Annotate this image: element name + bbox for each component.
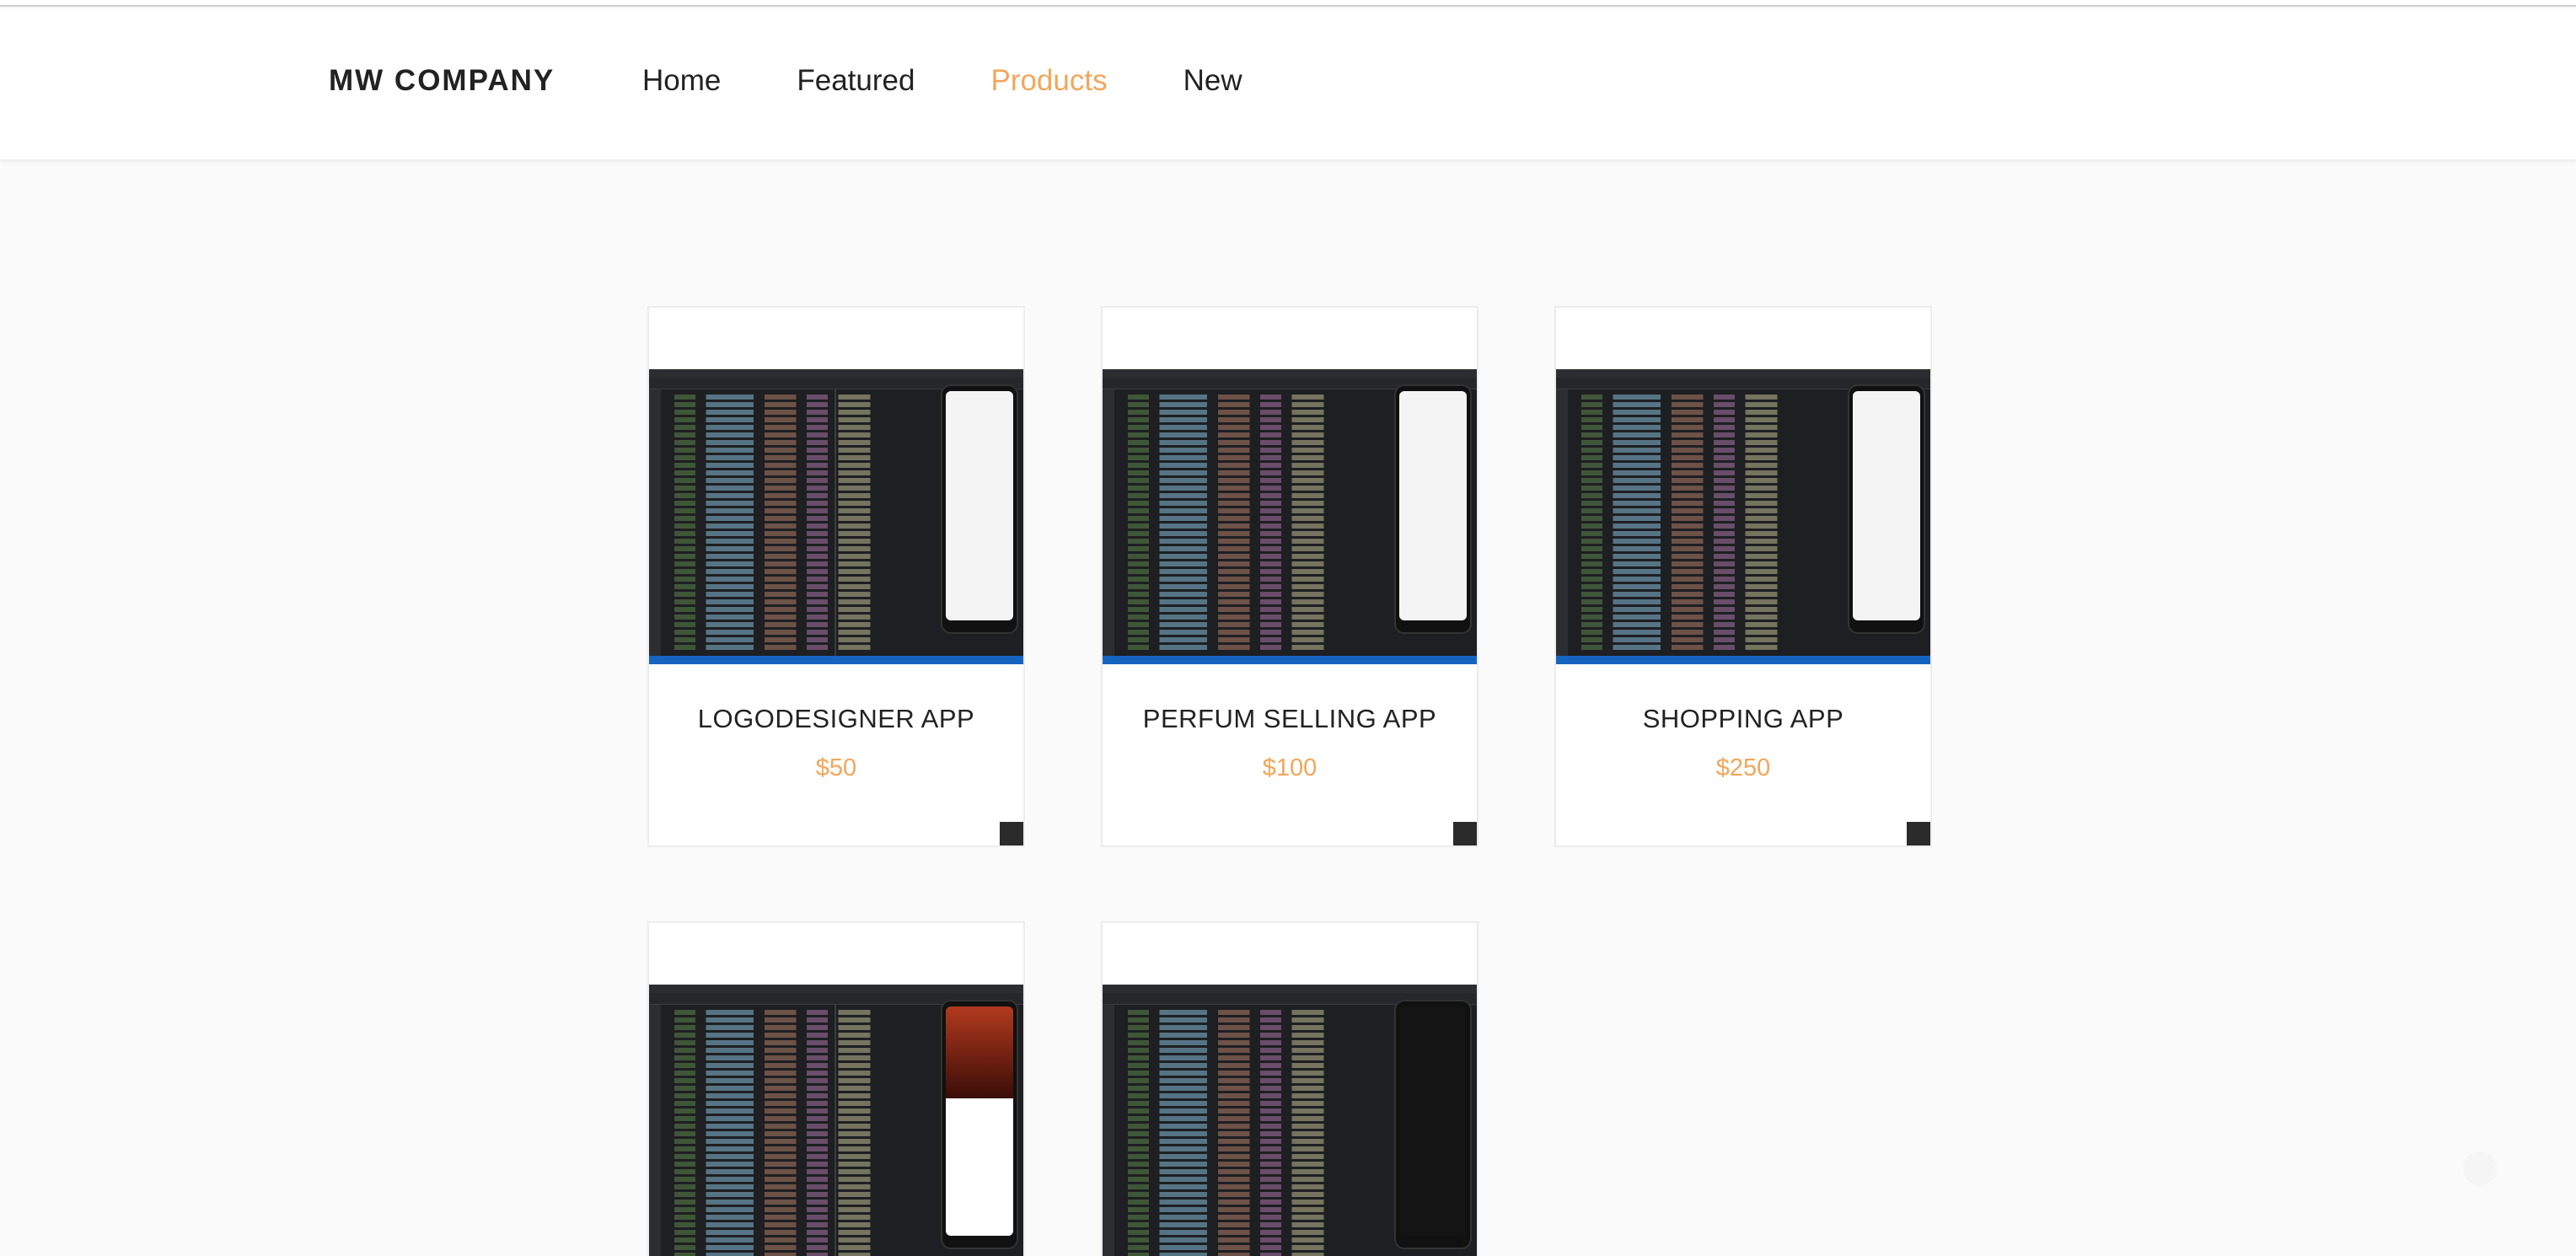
nav-featured[interactable]: Featured xyxy=(797,64,915,98)
add-to-cart-button[interactable] xyxy=(1000,822,1023,845)
product-card-5[interactable] xyxy=(1101,921,1479,1256)
add-to-cart-button[interactable] xyxy=(1453,822,1477,845)
nav-new[interactable]: New xyxy=(1183,64,1242,98)
add-to-cart-button[interactable] xyxy=(1907,822,1930,845)
product-card-shopping[interactable]: SHOPPING APP $250 xyxy=(1554,306,1932,847)
phone-preview-icon xyxy=(1394,384,1472,634)
chat-widget-icon[interactable] xyxy=(2463,1151,2497,1185)
site-header: MW COMPANY Home Featured Products New xyxy=(0,8,2576,160)
phone-preview-icon xyxy=(1394,1000,1472,1249)
product-title[interactable]: PERFUM SELLING APP xyxy=(1103,704,1477,734)
product-price: $50 xyxy=(815,754,857,781)
product-title[interactable]: LOGODESIGNER APP xyxy=(649,704,1023,734)
main-nav: Home Featured Products New xyxy=(642,64,1242,98)
product-image[interactable] xyxy=(649,985,1023,1256)
phone-preview-icon xyxy=(941,384,1018,634)
product-title[interactable]: SHOPPING APP xyxy=(1556,704,1930,734)
phone-preview-icon xyxy=(941,1000,1018,1249)
top-border xyxy=(0,0,2576,7)
product-price: $250 xyxy=(1715,754,1771,781)
product-image[interactable] xyxy=(649,369,1023,664)
product-image[interactable] xyxy=(1103,985,1477,1256)
brand-logo[interactable]: MW COMPANY xyxy=(329,64,555,98)
nav-home[interactable]: Home xyxy=(642,64,721,98)
product-price: $100 xyxy=(1262,754,1318,781)
product-card-perfum[interactable]: PERFUM SELLING APP $100 xyxy=(1101,306,1479,847)
phone-preview-icon xyxy=(1848,384,1925,634)
product-image[interactable] xyxy=(1103,369,1477,664)
product-image[interactable] xyxy=(1556,369,1930,664)
product-card-logodesigner[interactable]: LOGODESIGNER APP $50 xyxy=(647,306,1025,847)
nav-products[interactable]: Products xyxy=(990,64,1107,98)
product-card-4[interactable] xyxy=(647,921,1025,1256)
